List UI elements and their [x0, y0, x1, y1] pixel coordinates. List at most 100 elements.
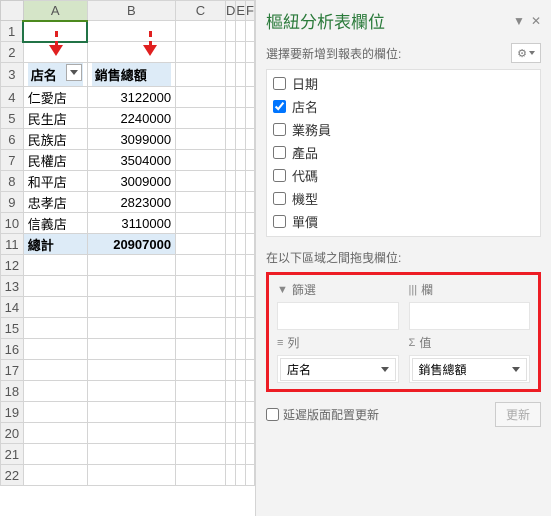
cell-C4[interactable]	[176, 87, 226, 108]
rows-zone-item[interactable]: 店名	[280, 358, 396, 381]
cell-C5[interactable]	[176, 108, 226, 129]
field-item[interactable]: 日期	[271, 72, 536, 95]
cell-D14[interactable]	[225, 297, 235, 318]
cell-A18[interactable]	[23, 381, 87, 402]
cell-C17[interactable]	[176, 360, 226, 381]
cell-B14[interactable]	[87, 297, 175, 318]
cell-A12[interactable]	[23, 255, 87, 276]
cell-E1[interactable]	[236, 21, 246, 42]
cell-B12[interactable]	[87, 255, 175, 276]
cell-F14[interactable]	[246, 297, 255, 318]
spreadsheet-grid[interactable]: ABCDEF123店名銷售總額4仁愛店31220005民生店22400006民族…	[0, 0, 255, 516]
cell-D19[interactable]	[225, 402, 235, 423]
cell-D12[interactable]	[225, 255, 235, 276]
cell-C18[interactable]	[176, 381, 226, 402]
cell-E22[interactable]	[236, 465, 246, 486]
filter-zone[interactable]	[277, 302, 399, 330]
cell-D15[interactable]	[225, 318, 235, 339]
cell-B4[interactable]: 3122000	[87, 87, 175, 108]
cell-C2[interactable]	[176, 42, 226, 63]
cell-C10[interactable]	[176, 213, 226, 234]
row-header-10[interactable]: 10	[1, 213, 24, 234]
cell-E8[interactable]	[236, 171, 246, 192]
cell-E9[interactable]	[236, 192, 246, 213]
row-header-8[interactable]: 8	[1, 171, 24, 192]
cell-E14[interactable]	[236, 297, 246, 318]
field-item[interactable]: 單價	[271, 210, 536, 233]
cell-C20[interactable]	[176, 423, 226, 444]
cell-E17[interactable]	[236, 360, 246, 381]
cell-F11[interactable]	[246, 234, 255, 255]
update-button[interactable]: 更新	[495, 402, 541, 427]
cell-F13[interactable]	[246, 276, 255, 297]
col-header-B[interactable]: B	[87, 1, 175, 21]
field-checkbox[interactable]	[273, 123, 286, 136]
cell-F16[interactable]	[246, 339, 255, 360]
cell-B6[interactable]: 3099000	[87, 129, 175, 150]
col-header-C[interactable]: C	[176, 1, 226, 21]
field-checkbox[interactable]	[273, 192, 286, 205]
cell-C6[interactable]	[176, 129, 226, 150]
cell-D21[interactable]	[225, 444, 235, 465]
cell-E18[interactable]	[236, 381, 246, 402]
cell-F8[interactable]	[246, 171, 255, 192]
cell-B19[interactable]	[87, 402, 175, 423]
cell-C3[interactable]	[176, 63, 226, 87]
cell-F6[interactable]	[246, 129, 255, 150]
cell-D17[interactable]	[225, 360, 235, 381]
cell-F17[interactable]	[246, 360, 255, 381]
col-header-D[interactable]: D	[225, 1, 235, 21]
cell-E12[interactable]	[236, 255, 246, 276]
cell-E5[interactable]	[236, 108, 246, 129]
cell-E13[interactable]	[236, 276, 246, 297]
cell-E21[interactable]	[236, 444, 246, 465]
row-header-16[interactable]: 16	[1, 339, 24, 360]
row-header-22[interactable]: 22	[1, 465, 24, 486]
cell-C12[interactable]	[176, 255, 226, 276]
field-item[interactable]: 店名	[271, 95, 536, 118]
cell-F3[interactable]	[246, 63, 255, 87]
cell-F18[interactable]	[246, 381, 255, 402]
cell-D2[interactable]	[225, 42, 235, 63]
row-header-2[interactable]: 2	[1, 42, 24, 63]
field-item[interactable]: 業務員	[271, 118, 536, 141]
cell-D8[interactable]	[225, 171, 235, 192]
cell-B20[interactable]	[87, 423, 175, 444]
cell-A7[interactable]: 民權店	[23, 150, 87, 171]
cell-E16[interactable]	[236, 339, 246, 360]
row-header-1[interactable]: 1	[1, 21, 24, 42]
row-header-9[interactable]: 9	[1, 192, 24, 213]
cell-D6[interactable]	[225, 129, 235, 150]
cell-F9[interactable]	[246, 192, 255, 213]
field-checkbox[interactable]	[273, 100, 286, 113]
cell-E15[interactable]	[236, 318, 246, 339]
field-item[interactable]: 代碼	[271, 164, 536, 187]
cell-C19[interactable]	[176, 402, 226, 423]
cell-E6[interactable]	[236, 129, 246, 150]
cell-C16[interactable]	[176, 339, 226, 360]
defer-checkbox-label[interactable]: 延遲版面配置更新	[266, 406, 379, 423]
row-header-4[interactable]: 4	[1, 87, 24, 108]
row-header-17[interactable]: 17	[1, 360, 24, 381]
cell-B3[interactable]: 銷售總額	[87, 63, 175, 87]
cell-B13[interactable]	[87, 276, 175, 297]
dropdown-icon[interactable]	[66, 64, 82, 81]
cell-C22[interactable]	[176, 465, 226, 486]
cell-A20[interactable]	[23, 423, 87, 444]
field-checkbox[interactable]	[273, 146, 286, 159]
cell-F20[interactable]	[246, 423, 255, 444]
col-header-F[interactable]: F	[246, 1, 255, 21]
cell-B21[interactable]	[87, 444, 175, 465]
row-header-11[interactable]: 11	[1, 234, 24, 255]
cell-D10[interactable]	[225, 213, 235, 234]
cell-B2[interactable]	[87, 42, 175, 63]
row-header-5[interactable]: 5	[1, 108, 24, 129]
values-zone-item[interactable]: 銷售總額	[412, 358, 528, 381]
row-header-15[interactable]: 15	[1, 318, 24, 339]
cell-C21[interactable]	[176, 444, 226, 465]
cell-C7[interactable]	[176, 150, 226, 171]
row-header-19[interactable]: 19	[1, 402, 24, 423]
cell-B15[interactable]	[87, 318, 175, 339]
cell-C11[interactable]	[176, 234, 226, 255]
cell-E10[interactable]	[236, 213, 246, 234]
